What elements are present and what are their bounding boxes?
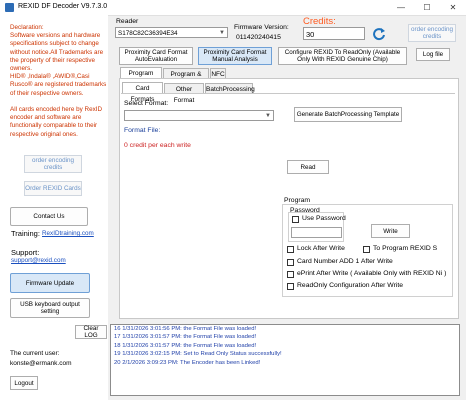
format-file-label: Format File: — [124, 127, 161, 134]
support-label: Support: — [11, 248, 40, 257]
tab-program-print[interactable]: Program & Print — [163, 68, 209, 89]
tab-nfc[interactable]: NFC — [210, 68, 226, 78]
select-format-label: Select Format: — [124, 100, 169, 107]
card-number-add-checkbox[interactable] — [287, 259, 294, 266]
log-panel[interactable]: 16 1/31/2026 3:01:56 PM: the Format File… — [110, 324, 460, 396]
contact-us-button[interactable]: Contact Us — [10, 207, 88, 226]
header-order-encoding-credits-button[interactable]: order encoding credits — [408, 24, 456, 42]
read-button[interactable]: Read — [287, 160, 329, 174]
firmware-version-label: Firmware Version: — [234, 24, 289, 31]
log-file-button[interactable]: Log file — [416, 48, 450, 61]
use-password-label: Use Password — [302, 215, 346, 222]
reader-label: Reader — [116, 18, 139, 25]
firmware-version-value: 011420240415 — [236, 34, 281, 41]
log-line: 18 1/31/2026 3:01:57 PM: the Format File… — [114, 342, 257, 349]
current-user-value: konste@ermank.com — [10, 360, 72, 367]
refresh-icon[interactable] — [372, 27, 386, 41]
maximize-button[interactable]: ☐ — [414, 0, 440, 15]
write-button[interactable]: Write — [371, 224, 410, 238]
training-link[interactable]: RexIDtraining.com — [42, 230, 94, 237]
support-email-link[interactable]: support@rexid.com — [11, 257, 66, 264]
current-user-label: The current user: — [10, 350, 60, 357]
order-encoding-credits-button[interactable]: order encoding credits — [24, 155, 82, 173]
use-password-checkbox[interactable] — [292, 216, 299, 223]
order-rexid-cards-button[interactable]: Order REXID Cards — [24, 181, 82, 196]
reader-select-value: S178C82C36394E34 — [118, 30, 178, 37]
tab-batch-processing[interactable]: BatchProcessing — [205, 83, 255, 93]
configure-readonly-button[interactable]: Configure REXID To ReadOnly (Available O… — [278, 47, 407, 65]
usb-keyboard-output-button[interactable]: USB keyboard output setting — [10, 298, 90, 318]
clear-log-button[interactable]: Clear LOG — [75, 325, 107, 339]
tab-other-format[interactable]: Other Format — [164, 83, 204, 104]
chevron-down-icon: ▼ — [265, 113, 271, 119]
readonly-config-label: ReadOnly Configuration After Write — [297, 282, 404, 289]
to-program-rexid-label: To Program REXID S — [373, 245, 438, 252]
lock-after-write-checkbox[interactable] — [287, 246, 294, 253]
app-logo-icon — [5, 3, 14, 12]
password-input[interactable] — [291, 227, 342, 238]
eprint-after-write-checkbox[interactable] — [287, 271, 294, 278]
logout-button[interactable]: Logout — [10, 376, 38, 390]
credit-per-write-text: 0 credit per each write — [124, 142, 191, 149]
close-button[interactable]: ✕ — [440, 0, 466, 15]
log-line: 16 1/31/2026 3:01:56 PM: the Format File… — [114, 326, 257, 332]
prox-auto-evaluation-button[interactable]: Proximity Card Format AutoEvaluation — [119, 47, 193, 65]
firmware-update-button[interactable]: Firmware Update — [10, 273, 90, 293]
eprint-after-write-label: ePrint After Write ( Available Only with… — [297, 270, 447, 277]
generate-batch-template-button[interactable]: Generate BatchProcessing Template — [294, 107, 402, 122]
tab-program-only[interactable]: Program Only — [120, 67, 162, 88]
lock-after-write-label: Lock After Write — [297, 245, 345, 252]
log-line: 20 2/1/2026 3:09:23 PM: The Encoder has … — [114, 359, 261, 366]
window-title: REXID DF Decoder V9.7.3.0 — [18, 3, 108, 10]
tab-card-formats[interactable]: Card Formats — [122, 82, 163, 103]
readonly-config-checkbox[interactable] — [287, 283, 294, 290]
log-line: 17 1/31/2026 3:01:57 PM: the Format File… — [114, 334, 257, 341]
program-group-label: Program — [284, 197, 311, 204]
reader-select[interactable]: S178C82C36394E34 ▼ — [115, 27, 228, 38]
credits-value-field: 30 — [303, 27, 365, 40]
card-number-add-label: Card Number ADD 1 After Write — [297, 258, 393, 265]
minimize-button[interactable]: — — [388, 0, 414, 15]
log-line: 19 1/31/2026 3:02:15 PM: Set to Read Onl… — [114, 351, 282, 358]
prox-manual-analysis-button[interactable]: Proximity Card Format Manual Analysis — [198, 47, 272, 65]
format-select[interactable]: ▼ — [124, 110, 274, 121]
credits-label: Credits: — [303, 16, 336, 27]
to-program-rexid-checkbox[interactable] — [363, 246, 370, 253]
training-label: Training: — [11, 229, 40, 238]
disclaimer-text: Declaration: Software versions and hardw… — [10, 24, 107, 138]
tab-divider — [121, 93, 455, 94]
chevron-down-icon: ▼ — [219, 30, 225, 36]
